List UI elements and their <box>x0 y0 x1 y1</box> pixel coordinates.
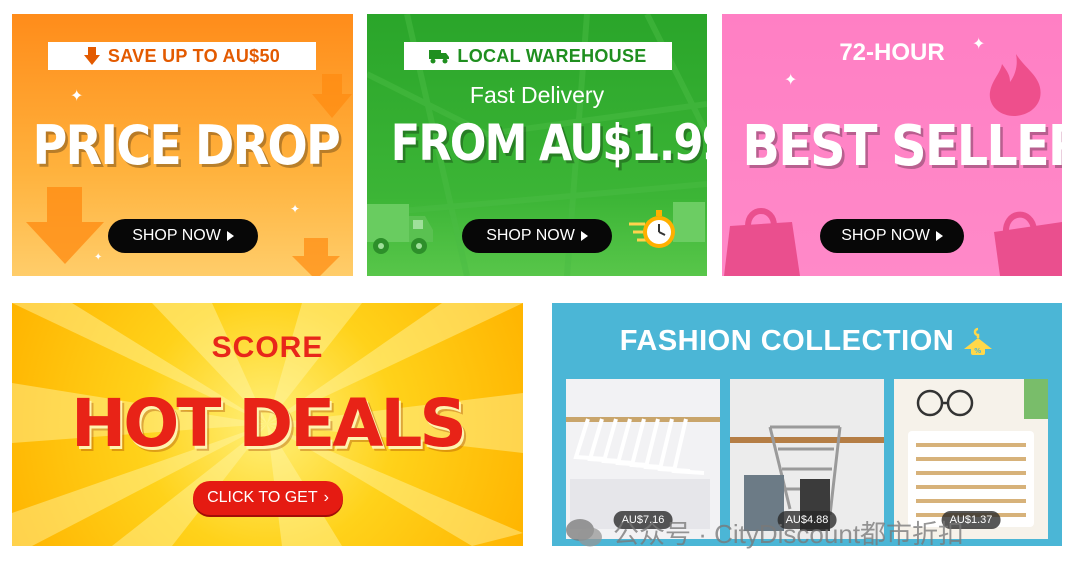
shop-now-button[interactable]: SHOP NOW <box>462 219 612 253</box>
wechat-icon <box>566 518 602 546</box>
sparkle-icon: ✦ <box>784 72 798 89</box>
save-up-label: SAVE UP TO AU$50 <box>107 45 281 66</box>
sparkle-icon: ✦ <box>70 88 84 105</box>
click-to-get-button[interactable]: CLICK TO GET › <box>193 481 343 515</box>
down-arrow-icon <box>292 238 340 276</box>
chevron-right-icon: › <box>323 489 329 506</box>
score-label: SCORE <box>211 331 324 364</box>
watermark: 公众号 · CityDiscount都市折扣 <box>565 514 964 551</box>
fashion-collection-label: FASHION COLLECTION <box>619 325 955 357</box>
fashion-collection-title: FASHION COLLECTION % <box>552 325 1062 358</box>
best-sellers-banner[interactable]: ✦ ✦ 72-HOUR BEST SELLERS SHOP NOW <box>722 14 1062 276</box>
local-warehouse-banner[interactable]: LOCAL WAREHOUSE Fast Delivery FROM AU$1.… <box>367 14 707 276</box>
play-arrow-icon <box>935 231 943 241</box>
sparkle-icon: ✦ <box>94 252 103 263</box>
price-drop-banner[interactable]: ✦ ✦ ✦ SAVE UP TO AU$50 PRICE DROP SHOP N… <box>12 14 353 276</box>
hot-deals-banner[interactable]: SCORE HOT DEALS CLICK TO GET › <box>12 303 523 546</box>
hot-deals-headline: HOT DEALS <box>71 385 467 462</box>
local-warehouse-label: LOCAL WAREHOUSE <box>457 45 647 66</box>
shop-now-button[interactable]: SHOP NOW <box>108 219 258 253</box>
price-drop-headline: PRICE DROP <box>32 114 340 177</box>
sparkle-icon: ✦ <box>290 202 301 216</box>
stopwatch-icon <box>629 202 705 248</box>
fashion-collection-banner[interactable]: FASHION COLLECTION % AU$7.16 AU$4.88 AU$… <box>552 303 1062 546</box>
shop-now-label: SHOP NOW <box>486 227 575 244</box>
fast-delivery-subheadline: Fast Delivery <box>469 82 605 108</box>
local-warehouse-chip: LOCAL WAREHOUSE <box>404 42 672 70</box>
shop-now-label: SHOP NOW <box>132 227 221 244</box>
play-arrow-icon <box>226 231 234 241</box>
shopping-bag-icon <box>994 211 1062 276</box>
truck-icon <box>429 50 450 64</box>
save-up-chip: SAVE UP TO AU$50 <box>48 42 316 70</box>
shopping-bag-icon <box>724 208 800 276</box>
best-sellers-headline: BEST SELLERS <box>742 114 1062 179</box>
from-price-headline: FROM AU$1.99 <box>390 114 707 172</box>
shop-now-label: SHOP NOW <box>841 227 930 244</box>
svg-text:%: % <box>974 347 982 355</box>
shop-now-button[interactable]: SHOP NOW <box>820 219 964 253</box>
hanger-tag-icon: % <box>964 327 993 355</box>
watermark-text: 公众号 · CityDiscount都市折扣 <box>613 519 965 549</box>
delivery-truck-icon <box>367 204 433 254</box>
72-hour-label: 72-HOUR <box>839 39 945 66</box>
play-arrow-icon <box>580 231 588 241</box>
click-to-get-label: CLICK TO GET <box>207 489 318 506</box>
arrow-down-icon <box>83 47 100 65</box>
